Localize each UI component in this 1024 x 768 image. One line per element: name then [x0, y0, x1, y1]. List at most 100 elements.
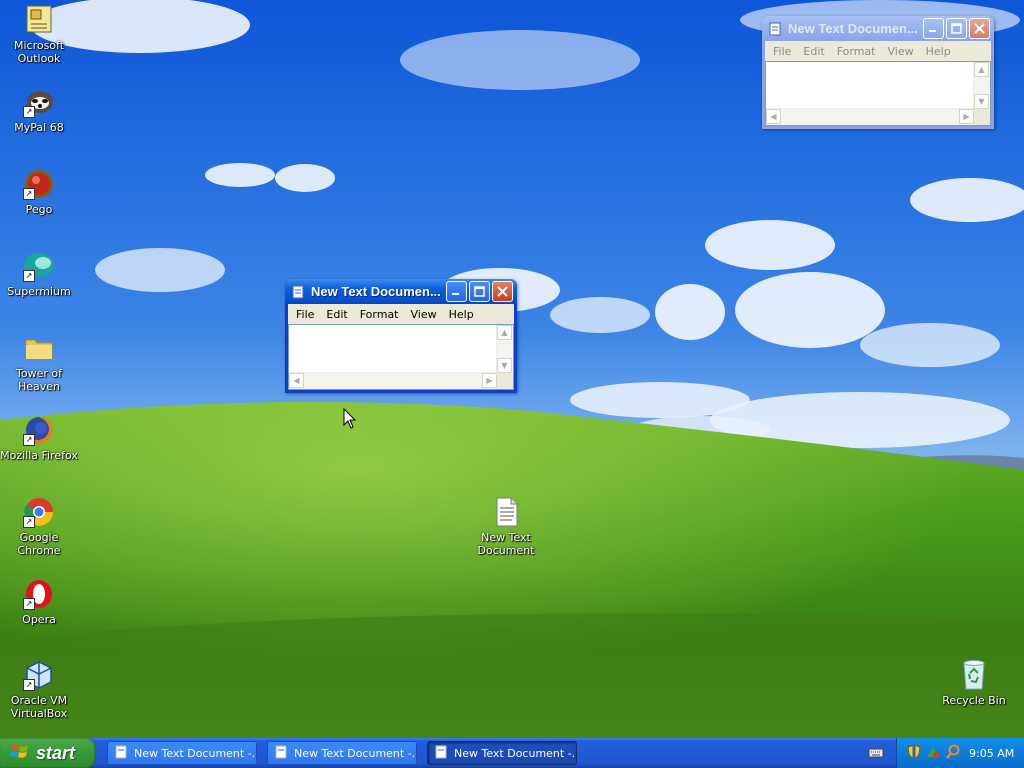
mypal-icon: ↗ [23, 86, 55, 118]
firefox-icon: ↗ [23, 414, 55, 446]
desktop[interactable]: Microsoft Outlook ↗ MyPal 68 ↗ Pego ↗ Su… [0, 0, 1024, 738]
notepad-icon [291, 285, 305, 299]
scroll-up-icon[interactable]: ▲ [974, 62, 989, 77]
desktop-icon-label: Oracle VM VirtualBox [10, 694, 68, 720]
desktop-icon-label: New Text Document [477, 531, 535, 557]
horizontal-scrollbar[interactable]: ◀ ▶ [766, 108, 974, 125]
maximize-icon [474, 286, 485, 297]
text-area[interactable]: ▲ ▼ ◀ ▶ [288, 324, 514, 390]
notepad-icon [114, 745, 128, 762]
scroll-left-icon[interactable]: ◀ [766, 109, 781, 124]
title-bar[interactable]: New Text Documen... [285, 279, 517, 304]
notepad-icon [434, 745, 448, 762]
notepad-window-inactive[interactable]: New Text Documen... File Edit Format Vie… [762, 16, 994, 129]
scroll-up-icon[interactable]: ▲ [497, 325, 512, 340]
maximize-button[interactable] [469, 281, 490, 302]
close-button[interactable] [969, 18, 990, 39]
desktop-icon-chrome[interactable]: ↗ Google Chrome [0, 496, 79, 557]
security-shield-icon[interactable] [907, 743, 921, 763]
shortcut-arrow-icon: ↗ [23, 679, 35, 691]
desktop-icon-mypal[interactable]: ↗ MyPal 68 [0, 86, 79, 134]
opera-icon: ↗ [23, 578, 55, 610]
menu-file[interactable]: File [290, 308, 320, 321]
scroll-right-icon[interactable]: ▶ [959, 109, 974, 124]
desktop-icon-label: Supermium [7, 285, 71, 298]
desktop-icon-outlook[interactable]: Microsoft Outlook [0, 4, 79, 65]
menu-bar: File Edit Format View Help [765, 41, 991, 61]
menu-view[interactable]: View [882, 45, 920, 58]
minimize-icon [452, 293, 459, 295]
start-button[interactable]: start [0, 738, 96, 768]
vertical-scrollbar[interactable]: ▲ ▼ [973, 62, 990, 109]
notepad-icon [768, 22, 782, 36]
desktop-icon-label: Pego [25, 203, 53, 216]
taskbar-button-notepad-1[interactable]: New Text Document -... [107, 741, 257, 765]
scroll-right-icon[interactable]: ▶ [482, 373, 497, 388]
system-tray: 9:05 AM [896, 738, 1024, 768]
desktop-icon-pego[interactable]: ↗ Pego [0, 168, 79, 216]
desktop-icon-recycle-bin[interactable]: Recycle Bin [934, 659, 1014, 707]
vertical-scrollbar[interactable]: ▲ ▼ [496, 325, 513, 373]
menu-help[interactable]: Help [443, 308, 480, 321]
shortcut-arrow-icon: ↗ [23, 516, 35, 528]
mouse-cursor-icon [343, 408, 357, 429]
desktop-icon-label: MyPal 68 [14, 121, 64, 134]
minimize-icon [929, 30, 936, 32]
minimize-button[interactable] [446, 281, 467, 302]
window-title: New Text Documen... [788, 21, 918, 36]
close-button[interactable] [492, 281, 513, 302]
windows-logo-icon [10, 742, 30, 765]
menu-edit[interactable]: Edit [320, 308, 353, 321]
taskbar-button-label: New Text Document -... [454, 746, 576, 760]
resize-grip-icon[interactable] [974, 109, 990, 125]
network-icon[interactable] [925, 744, 941, 763]
shortcut-arrow-icon: ↗ [23, 188, 35, 200]
notepad-window-active[interactable]: New Text Documen... File Edit Format Vie… [285, 279, 517, 393]
chrome-icon: ↗ [23, 496, 55, 528]
clock[interactable]: 9:05 AM [969, 747, 1014, 760]
menu-bar: File Edit Format View Help [288, 304, 514, 324]
desktop-icon-new-text-document[interactable]: New Text Document [466, 496, 546, 557]
desktop-icon-supermium[interactable]: ↗ Supermium [0, 250, 79, 298]
desktop-icon-label: Tower of Heaven [16, 367, 62, 393]
taskbar-button-notepad-2[interactable]: New Text Document -... [267, 741, 417, 765]
desktop-icon-opera[interactable]: ↗ Opera [0, 578, 79, 626]
title-bar[interactable]: New Text Documen... [762, 16, 994, 41]
menu-help[interactable]: Help [920, 45, 957, 58]
desktop-icon-virtualbox[interactable]: ↗ Oracle VM VirtualBox [0, 659, 79, 720]
outlook-icon [23, 4, 55, 36]
keyboard-icon[interactable] [868, 745, 884, 761]
menu-format[interactable]: Format [354, 308, 405, 321]
text-area[interactable]: ▲ ▼ ◀ ▶ [765, 61, 991, 126]
shortcut-arrow-icon: ↗ [23, 598, 35, 610]
minimize-button[interactable] [923, 18, 944, 39]
supermium-icon: ↗ [23, 250, 55, 282]
taskbar-button-notepad-3[interactable]: New Text Document -... [427, 741, 577, 765]
maximize-button[interactable] [946, 18, 967, 39]
horizontal-scrollbar[interactable]: ◀ ▶ [289, 372, 497, 389]
scroll-down-icon[interactable]: ▼ [497, 358, 512, 373]
taskbar-button-label: New Text Document -... [294, 746, 416, 760]
desktop-icon-tower-of-heaven[interactable]: Tower of Heaven [0, 332, 79, 393]
resize-grip-icon[interactable] [497, 373, 513, 389]
close-icon [974, 23, 985, 34]
shortcut-arrow-icon: ↗ [23, 270, 35, 282]
desktop-icon-label: Opera [22, 613, 56, 626]
shortcut-arrow-icon: ↗ [23, 434, 35, 446]
desktop-icon-firefox[interactable]: ↗ Mozilla Firefox [0, 414, 79, 462]
scroll-down-icon[interactable]: ▼ [974, 94, 989, 109]
window-title: New Text Documen... [311, 284, 441, 299]
menu-format[interactable]: Format [831, 45, 882, 58]
search-icon[interactable] [945, 744, 961, 763]
notepad-icon [274, 745, 288, 762]
desktop-icon-label: Google Chrome [17, 531, 61, 557]
scroll-left-icon[interactable]: ◀ [289, 373, 304, 388]
folder-icon [23, 332, 55, 364]
menu-file[interactable]: File [767, 45, 797, 58]
recycle-bin-icon [958, 659, 990, 691]
menu-view[interactable]: View [405, 308, 443, 321]
maximize-icon [951, 23, 962, 34]
desktop-icon-label: Recycle Bin [942, 694, 1006, 707]
menu-edit[interactable]: Edit [797, 45, 830, 58]
virtualbox-icon: ↗ [23, 659, 55, 691]
